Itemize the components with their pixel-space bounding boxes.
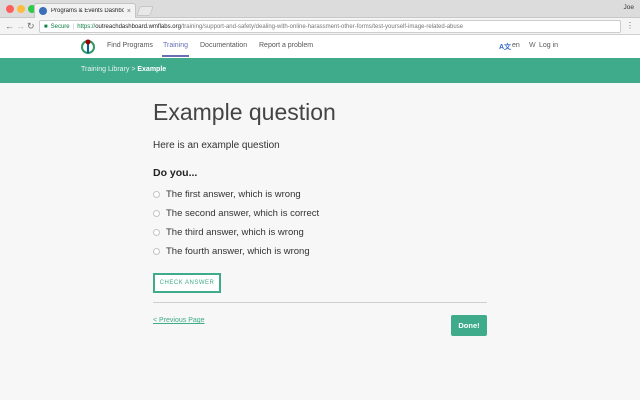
breadcrumb: Training Library > Example bbox=[81, 66, 166, 73]
breadcrumb-training-library[interactable]: Training Library bbox=[81, 66, 129, 73]
breadcrumb-current: Example bbox=[137, 66, 167, 73]
nav-report-problem[interactable]: Report a problem bbox=[259, 42, 313, 49]
answer-label: The fourth answer, which is wrong bbox=[166, 246, 310, 257]
tab-close-icon[interactable]: × bbox=[127, 8, 131, 15]
breadcrumb-bar: Training Library > Example bbox=[0, 58, 640, 83]
browser-tab[interactable]: Programs & Events Dashboard × bbox=[34, 3, 136, 18]
radio-button[interactable] bbox=[153, 248, 160, 255]
reload-icon[interactable]: ↻ bbox=[27, 20, 35, 32]
answer-label: The third answer, which is wrong bbox=[166, 227, 304, 238]
radio-button[interactable] bbox=[153, 210, 160, 217]
url-host: outreachdashboard.wmflabs.org bbox=[95, 23, 181, 30]
radio-button[interactable] bbox=[153, 191, 160, 198]
login-link[interactable]: Log in bbox=[539, 42, 558, 49]
language-selector[interactable]: en bbox=[512, 42, 520, 49]
tab-title: Programs & Events Dashboard bbox=[51, 8, 124, 14]
radio-button[interactable] bbox=[153, 229, 160, 236]
site-navbar: Find Programs Training Documentation Rep… bbox=[0, 35, 640, 58]
favicon-icon bbox=[39, 7, 47, 15]
url-protocol: https:// bbox=[77, 23, 96, 30]
answer-option-1[interactable]: The first answer, which is wrong bbox=[153, 189, 301, 200]
browser-user-name[interactable]: Joe bbox=[624, 4, 634, 11]
browser-tab-bar: Programs & Events Dashboard × Joe bbox=[0, 0, 640, 18]
nav-documentation[interactable]: Documentation bbox=[200, 42, 247, 49]
wikimedia-logo-icon[interactable] bbox=[80, 38, 96, 54]
secure-label: Secure bbox=[50, 23, 70, 30]
answer-label: The second answer, which is correct bbox=[166, 208, 320, 219]
wikipedia-w-icon: W bbox=[529, 42, 536, 49]
back-arrow-icon[interactable]: ← bbox=[5, 20, 14, 32]
lock-icon: ■ bbox=[44, 23, 48, 30]
check-answer-button[interactable]: CHECK ANSWER bbox=[153, 273, 221, 293]
url-separator: | bbox=[72, 23, 75, 30]
translate-icon[interactable]: A文 bbox=[499, 42, 511, 52]
breadcrumb-separator: > bbox=[131, 66, 136, 73]
address-bar[interactable]: ■ Secure | https:// outreachdashboard.wm… bbox=[39, 20, 621, 33]
close-window-icon[interactable] bbox=[6, 5, 14, 13]
forward-arrow-icon[interactable]: → bbox=[16, 20, 25, 32]
url-path: /training/support-and-safety/dealing-wit… bbox=[180, 23, 464, 30]
previous-page-link[interactable]: < Previous Page bbox=[153, 317, 205, 324]
answer-option-4[interactable]: The fourth answer, which is wrong bbox=[153, 246, 310, 257]
question-prompt: Do you... bbox=[153, 167, 198, 179]
browser-toolbar: ← → ↻ ■ Secure | https:// outreachdashbo… bbox=[0, 18, 640, 35]
nav-find-programs[interactable]: Find Programs bbox=[107, 42, 153, 49]
nav-training[interactable]: Training bbox=[163, 42, 188, 49]
done-button[interactable]: Done! bbox=[451, 315, 487, 336]
answer-option-2[interactable]: The second answer, which is correct bbox=[153, 208, 319, 219]
answer-label: The first answer, which is wrong bbox=[166, 189, 301, 200]
new-tab-button[interactable] bbox=[136, 6, 154, 16]
minimize-window-icon[interactable] bbox=[17, 5, 25, 13]
active-nav-indicator bbox=[162, 55, 189, 57]
question-text: Here is an example question bbox=[153, 140, 280, 151]
browser-menu-icon[interactable]: ⋮ bbox=[626, 21, 634, 31]
page-title: Example question bbox=[153, 99, 336, 125]
content-divider bbox=[153, 302, 487, 303]
answer-option-3[interactable]: The third answer, which is wrong bbox=[153, 227, 304, 238]
